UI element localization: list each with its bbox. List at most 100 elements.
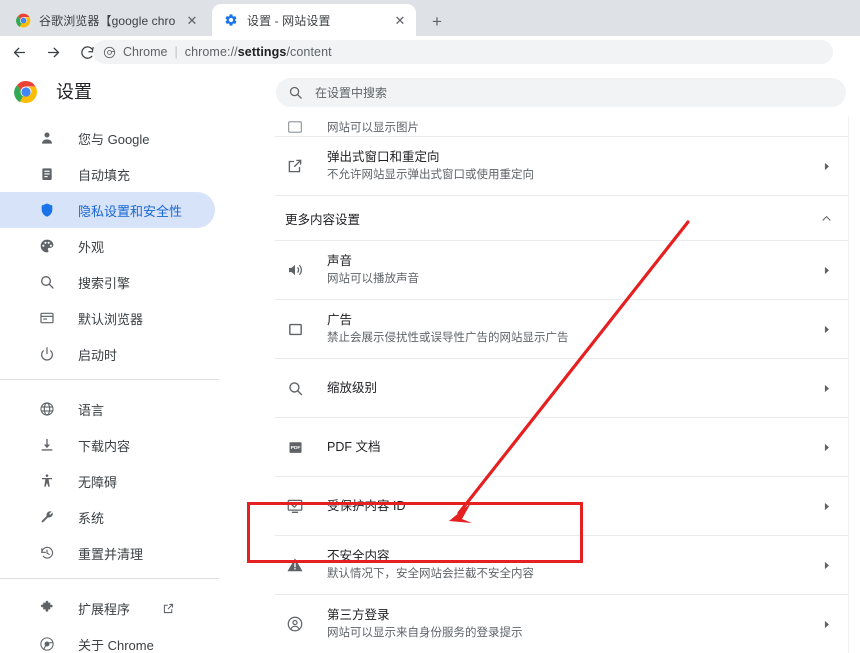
row-text: 不安全内容 默认情况下，安全网站会拦截不安全内容 bbox=[327, 548, 818, 582]
sidebar-item-about-chrome[interactable]: 关于 Chrome bbox=[0, 626, 215, 653]
tab-google-chrome[interactable]: 谷歌浏览器【google chrome】 ✕ bbox=[4, 4, 208, 36]
tab-title: 设置 - 网站设置 bbox=[247, 12, 384, 29]
browser-window: 谷歌浏览器【google chrome】 ✕ 设置 - 网站设置 ✕ + bbox=[0, 0, 860, 653]
sidebar-item-label: 重置并清理 bbox=[78, 544, 143, 563]
sidebar-item-you-and-google[interactable]: 您与 Google bbox=[0, 120, 215, 156]
omnibox-url: chrome://settings/content bbox=[185, 45, 332, 59]
person-icon bbox=[38, 129, 56, 147]
settings-content: 网站可以显示图片 弹出式窗口和重定向 不允许网站显示弹出式窗口或使用重定向 bbox=[255, 116, 860, 653]
row-protected-content-id[interactable]: 受保护内容 ID bbox=[275, 477, 848, 535]
external-link-icon bbox=[162, 602, 175, 615]
sidebar-item-autofill[interactable]: 自动填充 bbox=[0, 156, 215, 192]
sidebar-item-default-browser[interactable]: 默认浏览器 bbox=[0, 300, 215, 336]
power-icon bbox=[38, 345, 56, 363]
warning-triangle-icon bbox=[285, 555, 305, 575]
row-title: 弹出式窗口和重定向 bbox=[327, 149, 818, 165]
row-sound[interactable]: 声音 网站可以播放声音 bbox=[275, 241, 848, 299]
sidebar-group-secondary: 语言 下载内容 无障碍 系统 bbox=[0, 387, 255, 571]
external-link-icon bbox=[285, 156, 305, 176]
monitor-check-icon bbox=[285, 496, 305, 516]
row-text: PDF 文档 bbox=[327, 439, 818, 455]
row-subtitle: 网站可以播放声音 bbox=[327, 272, 818, 287]
sidebar-item-extensions[interactable]: 扩展程序 bbox=[0, 590, 215, 626]
tab-close-icon[interactable]: ✕ bbox=[392, 12, 408, 28]
square-outline-icon bbox=[285, 319, 305, 339]
settings-header: 设置 在设置中搜索 bbox=[0, 68, 860, 116]
chevron-right-icon[interactable] bbox=[818, 439, 834, 455]
sidebar-item-label: 外观 bbox=[78, 237, 104, 256]
chevron-right-icon[interactable] bbox=[818, 616, 834, 632]
accessibility-icon bbox=[38, 472, 56, 490]
tab-settings[interactable]: 设置 - 网站设置 ✕ bbox=[212, 4, 416, 36]
row-subtitle: 网站可以显示来自身份服务的登录提示 bbox=[327, 626, 818, 641]
chevron-right-icon[interactable] bbox=[818, 557, 834, 573]
security-chip-label: Chrome bbox=[123, 45, 167, 59]
chevron-right-icon[interactable] bbox=[818, 262, 834, 278]
chevron-right-icon[interactable] bbox=[818, 158, 834, 174]
search-icon bbox=[38, 273, 56, 291]
row-popups-and-redirects[interactable]: 弹出式窗口和重定向 不允许网站显示弹出式窗口或使用重定向 bbox=[275, 137, 848, 195]
section-title: 更多内容设置 bbox=[285, 209, 818, 228]
row-title: 缩放级别 bbox=[327, 380, 818, 396]
forward-icon[interactable] bbox=[38, 37, 68, 67]
sidebar-item-label: 搜索引擎 bbox=[78, 273, 130, 292]
svg-text:PDF: PDF bbox=[290, 445, 300, 451]
sidebar-divider bbox=[0, 578, 219, 579]
image-icon bbox=[285, 116, 305, 136]
sidebar-item-label: 隐私设置和安全性 bbox=[78, 201, 182, 220]
row-text: 缩放级别 bbox=[327, 380, 818, 396]
settings-sidebar: 您与 Google 自动填充 隐私设置和安全性 bbox=[0, 116, 255, 653]
row-third-party-sign-in[interactable]: 第三方登录 网站可以显示来自身份服务的登录提示 bbox=[275, 595, 848, 653]
sidebar-item-accessibility[interactable]: 无障碍 bbox=[0, 463, 215, 499]
address-bar[interactable]: Chrome | chrome://settings/content bbox=[93, 40, 833, 64]
chrome-logo-icon bbox=[14, 80, 38, 104]
palette-icon bbox=[38, 237, 56, 255]
puzzle-icon bbox=[38, 599, 56, 617]
sidebar-item-label: 无障碍 bbox=[78, 472, 117, 491]
sidebar-group-primary: 您与 Google 自动填充 隐私设置和安全性 bbox=[0, 116, 255, 372]
back-icon[interactable] bbox=[4, 37, 34, 67]
tab-close-icon[interactable]: ✕ bbox=[184, 12, 200, 28]
row-insecure-content[interactable]: 不安全内容 默认情况下，安全网站会拦截不安全内容 bbox=[275, 536, 848, 594]
tab-title: 谷歌浏览器【google chrome】 bbox=[39, 12, 176, 29]
chevron-up-icon[interactable] bbox=[818, 210, 834, 226]
row-pdf-documents[interactable]: PDF PDF 文档 bbox=[275, 418, 848, 476]
sidebar-item-label: 启动时 bbox=[78, 345, 117, 364]
history-restore-icon bbox=[38, 544, 56, 562]
row-title: 不安全内容 bbox=[327, 548, 818, 564]
new-tab-button[interactable]: + bbox=[424, 8, 450, 34]
row-ads[interactable]: 广告 禁止会展示侵扰性或误导性广告的网站显示广告 bbox=[275, 300, 848, 358]
chrome-page-icon bbox=[103, 46, 116, 59]
browser-toolbar: Chrome | chrome://settings/content bbox=[0, 36, 860, 68]
sidebar-item-languages[interactable]: 语言 bbox=[0, 391, 215, 427]
chevron-right-icon[interactable] bbox=[818, 380, 834, 396]
row-images-partial[interactable]: 网站可以显示图片 bbox=[275, 116, 848, 136]
page-title: 设置 bbox=[56, 80, 92, 104]
search-input[interactable]: 在设置中搜索 bbox=[276, 78, 846, 107]
row-text: 受保护内容 ID bbox=[327, 498, 818, 514]
sidebar-item-search-engine[interactable]: 搜索引擎 bbox=[0, 264, 215, 300]
chevron-right-icon[interactable] bbox=[818, 321, 834, 337]
chevron-right-icon[interactable] bbox=[818, 498, 834, 514]
sidebar-item-system[interactable]: 系统 bbox=[0, 499, 215, 535]
pdf-icon: PDF bbox=[285, 437, 305, 457]
content-right-edge bbox=[848, 116, 849, 653]
sidebar-divider bbox=[0, 379, 219, 380]
sidebar-item-appearance[interactable]: 外观 bbox=[0, 228, 215, 264]
row-zoom-levels[interactable]: 缩放级别 bbox=[275, 359, 848, 417]
row-title: 受保护内容 ID bbox=[327, 498, 818, 514]
omnibox-divider: | bbox=[174, 45, 177, 59]
globe-icon bbox=[38, 400, 56, 418]
sidebar-item-label: 语言 bbox=[78, 400, 104, 419]
sidebar-item-on-startup[interactable]: 启动时 bbox=[0, 336, 215, 372]
clipboard-icon bbox=[38, 165, 56, 183]
sidebar-item-reset-and-cleanup[interactable]: 重置并清理 bbox=[0, 535, 215, 571]
settings-gear-icon bbox=[223, 12, 239, 28]
row-text: 弹出式窗口和重定向 不允许网站显示弹出式窗口或使用重定向 bbox=[327, 149, 818, 183]
section-header-more-content-settings[interactable]: 更多内容设置 bbox=[275, 196, 848, 240]
row-subtitle: 网站可以显示图片 bbox=[327, 121, 419, 136]
sidebar-item-privacy-and-security[interactable]: 隐私设置和安全性 bbox=[0, 192, 215, 228]
row-subtitle: 不允许网站显示弹出式窗口或使用重定向 bbox=[327, 168, 818, 183]
sidebar-item-downloads[interactable]: 下载内容 bbox=[0, 427, 215, 463]
sidebar-item-label: 默认浏览器 bbox=[78, 309, 143, 328]
